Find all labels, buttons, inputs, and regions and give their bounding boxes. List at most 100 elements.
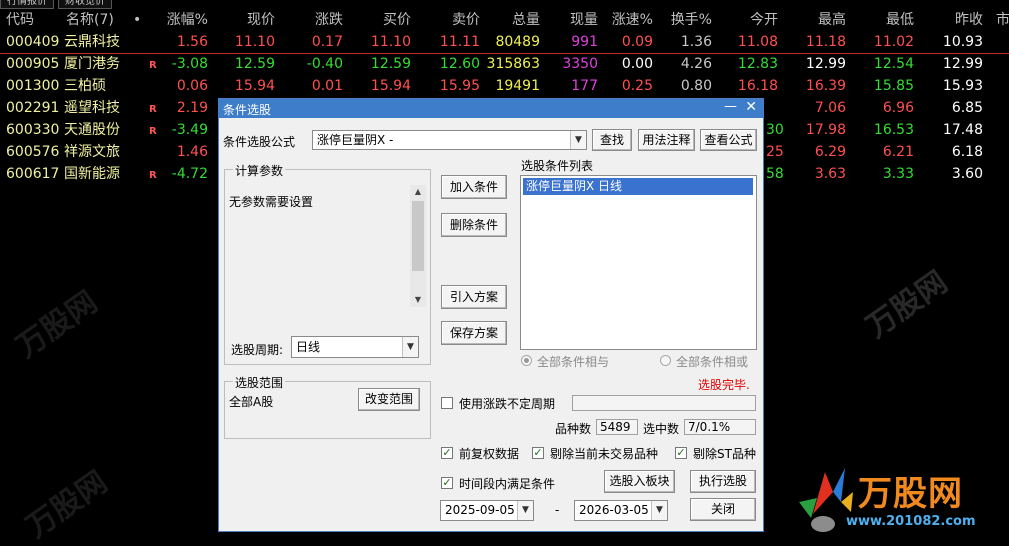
params-text: 无参数需要设置: [229, 195, 314, 209]
timerange-checkbox[interactable]: ✓: [441, 477, 453, 489]
radio-all-or[interactable]: [660, 355, 671, 366]
radio-all-and[interactable]: [521, 355, 532, 366]
stock-name: 国新能源: [64, 166, 120, 182]
minimize-icon[interactable]: —: [724, 99, 737, 114]
cell-change-pct: 2.19: [176, 100, 208, 116]
cell-bid: 12.59: [370, 56, 411, 72]
ghost-watermark: 万股网: [10, 284, 104, 366]
use-period-checkbox[interactable]: [441, 397, 453, 409]
cell-prev-close: 10.93: [942, 34, 983, 50]
chevron-down-icon[interactable]: ▼: [517, 501, 533, 520]
radio-all-or-label: 全部条件相或: [676, 355, 749, 369]
cell-turnover: 4.26: [680, 56, 712, 72]
condition-select-dialog: 条件选股 — ✕ 条件选股公式 涨停巨量阴X - ▼ 查找 用法注释 查看公式 …: [218, 98, 764, 532]
col-low[interactable]: 最低: [860, 9, 914, 31]
condition-list-item[interactable]: 涨停巨量阴X 日线: [523, 178, 753, 195]
formula-combo[interactable]: 涨停巨量阴X - ▼: [312, 130, 587, 150]
cell-price: 15.94: [234, 78, 275, 94]
date-to-value: 2026-03-05: [579, 503, 649, 517]
cell-change: 0.17: [311, 34, 343, 50]
top-tabs: 行情报价 财收览价: [0, 0, 1009, 9]
stock-name: 厦门港务: [64, 56, 120, 72]
cell-low: 3.33: [882, 166, 914, 182]
save-scheme-button[interactable]: 保存方案: [441, 321, 507, 345]
execute-button[interactable]: 执行选股: [690, 470, 756, 493]
chevron-down-icon[interactable]: ▼: [402, 337, 418, 357]
stock-code: 000905: [6, 56, 60, 72]
tab-finance[interactable]: 财收览价: [58, 0, 112, 9]
col-cur-vol[interactable]: 现量: [545, 9, 598, 31]
cell-change-pct: -4.72: [171, 166, 208, 182]
ghost-watermark: 万股网: [20, 464, 114, 546]
col-code[interactable]: 代码: [6, 9, 34, 31]
cell-speed: 0.25: [621, 78, 653, 94]
col-change-pct[interactable]: 涨幅%: [148, 9, 208, 31]
col-price[interactable]: 现价: [222, 9, 275, 31]
dialog-title: 条件选股: [223, 103, 272, 117]
close-icon[interactable]: ✕: [745, 99, 757, 115]
cell-low: 16.53: [873, 122, 914, 138]
cell-open: 16.18: [737, 78, 778, 94]
cell-high: 11.18: [805, 34, 846, 50]
stock-code: 600617: [6, 166, 60, 182]
usage-notes-button[interactable]: 用法注释: [638, 129, 695, 151]
cell-price: 12.59: [234, 56, 275, 72]
col-name[interactable]: 名称(7): [66, 9, 114, 31]
untraded-checkbox[interactable]: ✓: [532, 447, 544, 459]
view-formula-button[interactable]: 查看公式: [700, 129, 757, 151]
col-speed[interactable]: 涨速%: [598, 9, 653, 31]
formula-label: 条件选股公式: [223, 135, 296, 149]
st-checkbox[interactable]: ✓: [675, 447, 687, 459]
chevron-down-icon[interactable]: ▼: [570, 131, 586, 149]
st-label: 剔除ST品种: [693, 447, 756, 461]
cell-open-partial: 25: [766, 144, 784, 160]
to-block-button[interactable]: 选股入板块: [604, 470, 675, 493]
table-row[interactable]: 000409 云鼎科技 1.56 11.10 0.17 11.10 11.11 80489 99…: [0, 31, 1009, 53]
stock-code: 600576: [6, 144, 60, 160]
params-scrollbar[interactable]: ▲ ▼: [410, 185, 426, 307]
col-turnover[interactable]: 换手%: [656, 9, 712, 31]
cell-change-pct: 1.46: [176, 144, 208, 160]
cell-price: 11.10: [234, 34, 275, 50]
table-row[interactable]: 001300 三柏硕 0.06 15.94 0.01 15.94 15.95 19491 177…: [0, 75, 1009, 97]
cell-high: 12.99: [805, 56, 846, 72]
import-scheme-button[interactable]: 引入方案: [441, 285, 507, 309]
condition-list[interactable]: 涨停巨量阴X 日线: [520, 175, 757, 350]
scroll-thumb[interactable]: [412, 201, 424, 271]
formula-value: 涨停巨量阴X -: [317, 133, 394, 147]
scroll-down-icon[interactable]: ▼: [410, 293, 426, 307]
tab-quotes[interactable]: 行情报价: [0, 0, 54, 9]
col-ask[interactable]: 卖价: [427, 9, 480, 31]
col-prev-close[interactable]: 昨收: [928, 9, 983, 31]
cell-change-pct: 1.56: [176, 34, 208, 50]
date-to-picker[interactable]: 2026-03-05 ▼: [574, 500, 668, 521]
table-row[interactable]: 000905 厦门港务 R -3.08 12.59 -0.40 12.59 12.60 3158…: [0, 53, 1009, 75]
timerange-label: 时间段内满足条件: [459, 477, 556, 491]
condition-list-label: 选股条件列表: [521, 159, 594, 173]
find-button[interactable]: 查找: [592, 129, 632, 151]
col-bid[interactable]: 买价: [358, 9, 411, 31]
delete-condition-button[interactable]: 删除条件: [441, 213, 507, 237]
date-from-picker[interactable]: 2025-09-05 ▼: [440, 500, 534, 521]
date-separator: -: [555, 503, 560, 517]
cell-open: 12.83: [737, 56, 778, 72]
period-combo[interactable]: 日线 ▼: [291, 336, 419, 358]
dialog-titlebar[interactable]: 条件选股 — ✕: [219, 99, 763, 118]
col-extra[interactable]: 市: [996, 9, 1009, 31]
col-volume[interactable]: 总量: [485, 9, 540, 31]
col-open[interactable]: 今开: [724, 9, 778, 31]
fq-label: 前复权数据: [459, 447, 520, 461]
chevron-down-icon[interactable]: ▼: [651, 501, 667, 520]
period-field[interactable]: [572, 395, 756, 411]
change-range-button[interactable]: 改变范围: [358, 388, 420, 411]
col-high[interactable]: 最高: [791, 9, 846, 31]
col-change[interactable]: 涨跌: [290, 9, 343, 31]
scroll-up-icon[interactable]: ▲: [410, 185, 426, 199]
cell-ask: 11.11: [439, 34, 480, 50]
stock-name: 天通股份: [64, 122, 120, 138]
untraded-label: 剔除当前未交易品种: [550, 447, 659, 461]
close-button[interactable]: 关闭: [690, 498, 756, 521]
ghost-watermark: 万股网: [860, 264, 954, 346]
add-condition-button[interactable]: 加入条件: [441, 175, 507, 199]
fq-checkbox[interactable]: ✓: [441, 447, 453, 459]
